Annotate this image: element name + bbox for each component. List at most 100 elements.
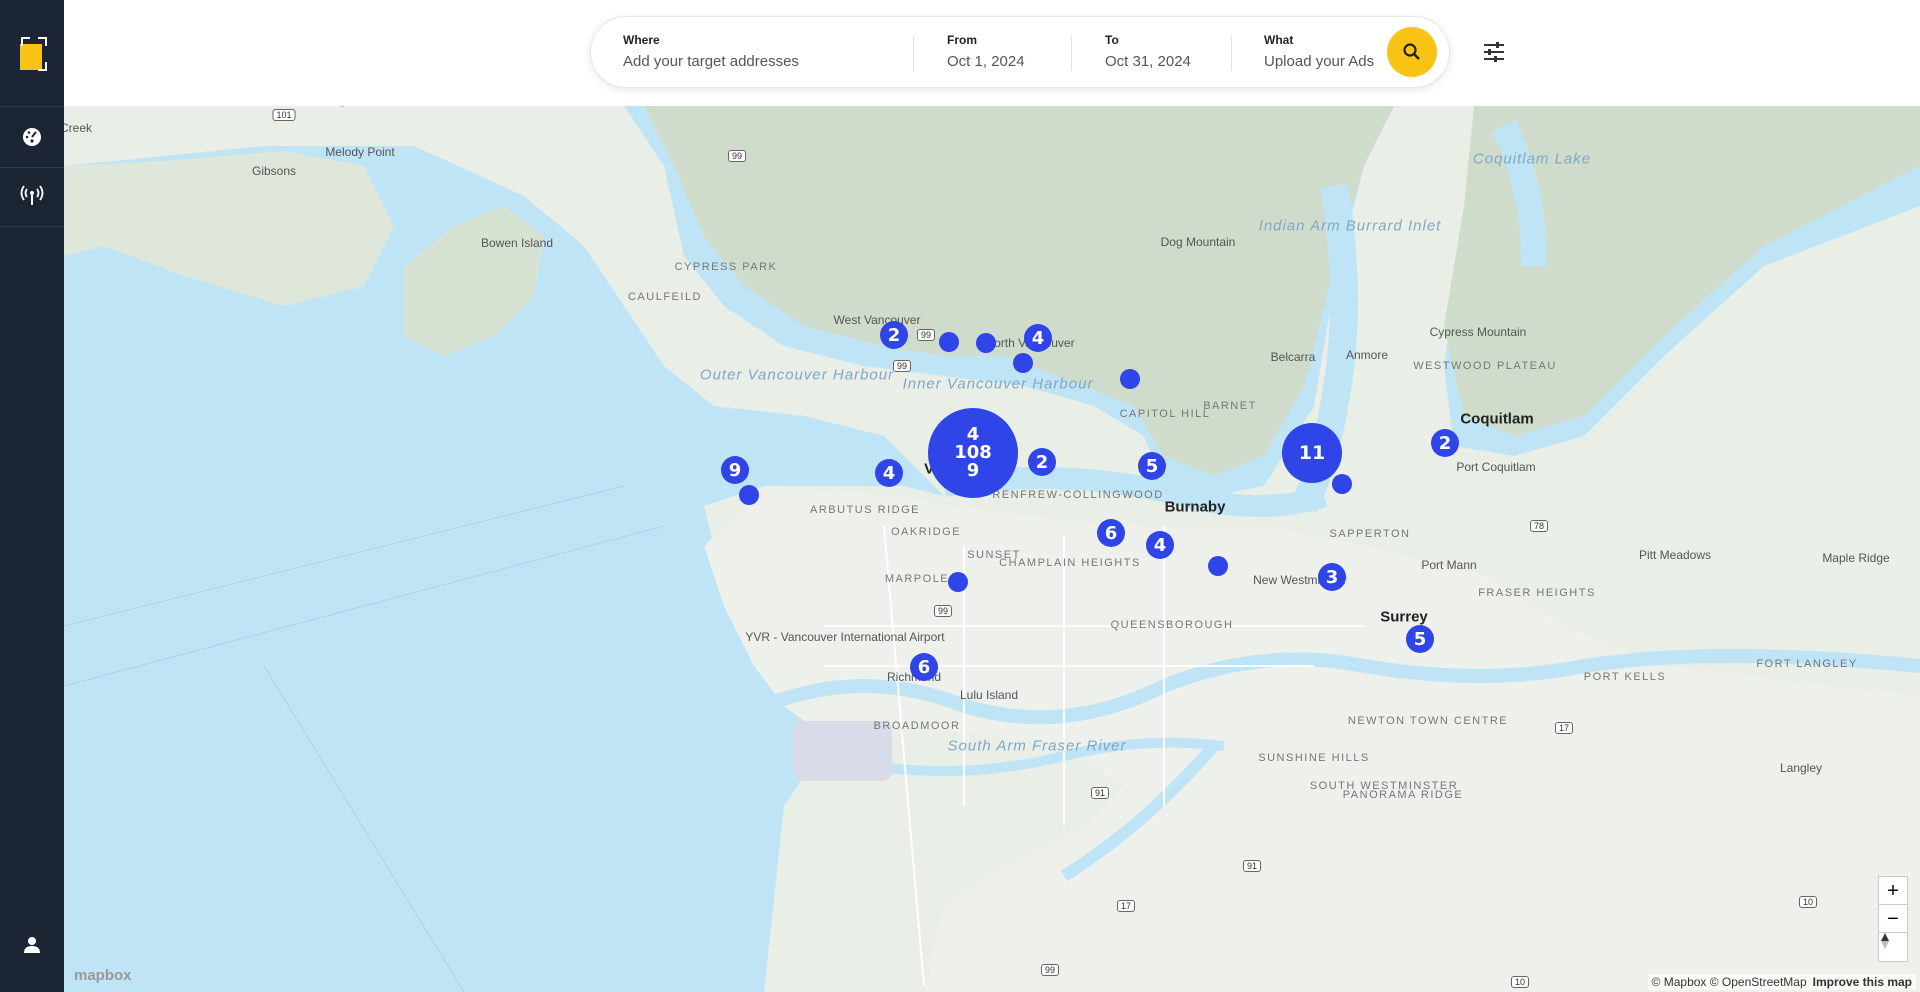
search-button[interactable] <box>1387 27 1437 77</box>
compass-icon <box>1881 933 1889 949</box>
place-label: Port Mann <box>1421 558 1477 572</box>
cluster-marker[interactable]: 2 <box>880 321 908 349</box>
cluster-marker[interactable]: 4 <box>1024 324 1052 352</box>
dashboard-gauge-icon <box>23 128 41 146</box>
place-label: Belcarra <box>1270 350 1316 364</box>
cluster-marker[interactable]: 11 <box>1282 423 1342 483</box>
place-label: Outer Vancouver Harbour <box>699 366 895 384</box>
place-label: BROADMOOR <box>873 720 961 732</box>
place-label: CAULFEILD <box>627 291 703 303</box>
place-label: Indian Arm Burrard Inlet <box>1258 217 1442 235</box>
cluster-marker[interactable]: 5 <box>1406 625 1434 653</box>
from-field[interactable]: From Oct 1, 2024 <box>947 33 1077 70</box>
place-label: RENFREW-COLLINGWOOD <box>992 489 1164 501</box>
to-label: To <box>1105 33 1119 47</box>
attribution-text[interactable]: © Mapbox © OpenStreetMap <box>1652 975 1807 989</box>
highway-shield: 10 <box>1798 896 1818 908</box>
cluster-marker[interactable]: 9 <box>721 456 749 484</box>
mapbox-logo[interactable]: mapbox <box>74 967 132 984</box>
where-input[interactable]: Add your target addresses <box>623 53 893 70</box>
cluster-marker[interactable] <box>1208 556 1228 576</box>
cluster-marker[interactable]: 6 <box>1097 519 1125 547</box>
place-label: BARNET <box>1203 400 1257 412</box>
map-attribution: © Mapbox © OpenStreetMap Improve this map <box>1647 974 1916 990</box>
place-label: Dog Mountain <box>1160 235 1236 249</box>
sidebar-item-dashboard[interactable] <box>0 106 64 168</box>
map-canvas[interactable]: Langdale Gibsons Melody Point Bowen Island C… <box>64 106 1920 992</box>
from-label: From <box>947 33 977 47</box>
cluster-marker[interactable] <box>739 485 759 505</box>
cluster-marker[interactable]: 2 <box>1431 429 1459 457</box>
zoom-in-button[interactable]: + <box>1878 876 1908 906</box>
cluster-marker[interactable] <box>1332 474 1352 494</box>
to-date-input[interactable]: Oct 31, 2024 <box>1105 53 1235 70</box>
place-label: Maple Ridge <box>1822 551 1890 565</box>
place-label: Gibsons <box>251 164 297 178</box>
sliders-icon <box>1484 42 1504 62</box>
place-label: Inner Vancouver Harbour <box>902 375 1094 393</box>
place-label: Cypress Mountain <box>1429 325 1527 339</box>
where-field[interactable]: Where Add your target addresses <box>623 33 893 70</box>
place-label: Anmore <box>1345 348 1389 362</box>
place-label: Melody Point <box>325 145 395 159</box>
zoom-out-button[interactable]: − <box>1878 904 1908 934</box>
highway-shield: 78 <box>1529 520 1549 532</box>
improve-map-link[interactable]: Improve this map <box>1813 975 1912 989</box>
filter-button[interactable] <box>1482 40 1508 66</box>
cluster-marker[interactable] <box>1013 353 1033 373</box>
place-label: CYPRESS PARK <box>674 261 778 273</box>
place-label: MARPOLE <box>884 573 950 585</box>
place-label: QUEENSBOROUGH <box>1110 619 1234 631</box>
cluster-marker[interactable]: 5 <box>1138 452 1166 480</box>
highway-shield: 91 <box>1242 860 1262 872</box>
place-label: Lulu Island <box>959 688 1019 702</box>
cluster-marker[interactable]: 2 <box>1028 448 1056 476</box>
place-label: South Arm Fraser River <box>947 737 1127 755</box>
cluster-marker[interactable]: 4 <box>1146 531 1174 559</box>
cluster-marker[interactable]: 6 <box>910 653 938 681</box>
highway-shield: 99 <box>727 150 747 162</box>
cluster-marker[interactable] <box>1120 369 1140 389</box>
place-label: Burnaby <box>1164 498 1226 516</box>
place-label: Langdale <box>319 106 368 107</box>
place-label: SUNSHINE HILLS <box>1258 752 1370 764</box>
cluster-marker[interactable]: 4 108 9 <box>928 408 1018 498</box>
what-label: What <box>1264 33 1294 47</box>
highway-shield: 99 <box>916 329 936 341</box>
highway-shield: 17 <box>1116 900 1136 912</box>
highway-shield: 99 <box>892 360 912 372</box>
highway-shield: 99 <box>1040 964 1060 976</box>
user-icon <box>24 937 40 953</box>
place-label: CAPITOL HILL <box>1119 408 1211 420</box>
upload-ads-input[interactable]: Upload your Ads <box>1264 53 1394 70</box>
divider <box>1231 35 1232 71</box>
cluster-marker[interactable] <box>976 333 996 353</box>
place-label: OAKRIDGE <box>890 526 962 538</box>
highway-shield: 101 <box>272 109 296 121</box>
sidebar-item-broadcast[interactable] <box>0 166 64 227</box>
cluster-marker[interactable]: 3 <box>1318 563 1346 591</box>
cluster-marker[interactable]: 4 <box>875 459 903 487</box>
place-label: WESTWOOD PLATEAU <box>1413 360 1557 372</box>
what-field[interactable]: What Upload your Ads <box>1264 33 1394 70</box>
place-label: YVR - Vancouver International Airport <box>745 630 945 644</box>
cluster-marker[interactable] <box>948 572 968 592</box>
place-label: Bowen Island <box>480 236 554 250</box>
search-icon <box>1403 43 1420 60</box>
highway-shield: 10 <box>1510 976 1530 988</box>
header: Where Add your target addresses From Oct… <box>64 0 1920 106</box>
place-label: PORT KELLS <box>1583 671 1667 683</box>
place-label: Langley <box>1779 761 1823 775</box>
sidebar-item-account[interactable] <box>0 915 64 975</box>
place-label: SOUTH WESTMINSTER <box>1309 780 1459 792</box>
place-label: Coquitlam Lake <box>1472 150 1592 168</box>
search-bar: Where Add your target addresses From Oct… <box>590 16 1450 88</box>
to-field[interactable]: To Oct 31, 2024 <box>1105 33 1235 70</box>
sidebar <box>0 0 64 992</box>
logo-icon[interactable] <box>18 36 48 71</box>
from-date-input[interactable]: Oct 1, 2024 <box>947 53 1077 70</box>
compass-button[interactable] <box>1878 932 1908 962</box>
place-label: ARBUTUS RIDGE <box>810 504 920 516</box>
highway-shield: 91 <box>1090 787 1110 799</box>
cluster-marker[interactable] <box>939 332 959 352</box>
